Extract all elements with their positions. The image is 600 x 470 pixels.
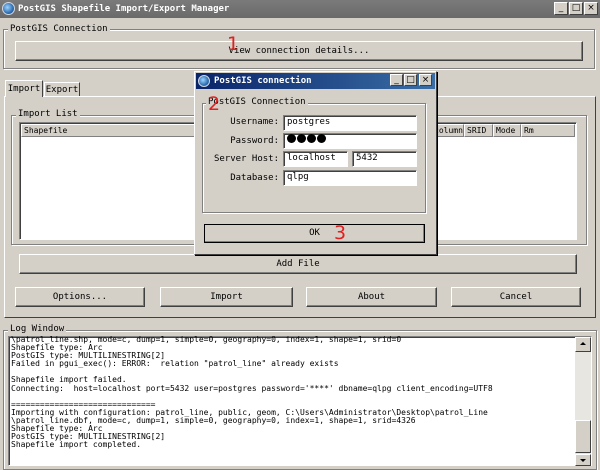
cancel-button[interactable]: Cancel <box>451 287 581 307</box>
tab-import-label: Import <box>7 84 41 94</box>
about-button[interactable]: About <box>306 287 437 307</box>
import-list-label: Import List <box>16 109 80 119</box>
port-input[interactable]: 5432 <box>352 151 417 167</box>
cancel-label: Cancel <box>499 292 533 302</box>
dialog-minimize-icon[interactable]: _ <box>390 74 403 86</box>
dialog-maximize-icon[interactable]: □ <box>404 74 417 86</box>
annotation-3: 3 <box>334 222 347 244</box>
column-header-mode[interactable]: Mode <box>493 124 521 137</box>
view-connection-details-button[interactable]: View connection details... <box>15 41 583 61</box>
maximize-icon[interactable]: □ <box>569 2 583 15</box>
column-header-srid[interactable]: SRID <box>464 124 493 137</box>
column-header-srid-label: SRID <box>467 126 487 135</box>
dialog-close-icon[interactable]: × <box>419 74 432 86</box>
import-button[interactable]: Import <box>160 287 293 307</box>
tab-import[interactable]: Import <box>5 80 43 97</box>
password-dot <box>317 134 326 143</box>
postgis-elephant-icon <box>2 2 15 15</box>
dialog-ok-label: OK <box>309 228 320 238</box>
password-dot <box>287 134 296 143</box>
log-line: Connecting: host=localhost port=5432 use… <box>11 383 493 393</box>
column-header-column-label: column <box>434 126 463 135</box>
dialog-group-label: PostGIS Connection <box>206 97 308 107</box>
annotation-1: 1 <box>227 33 240 55</box>
log-line: Failed in pgui_exec(): ERROR: relation "… <box>11 359 339 369</box>
scroll-up-icon[interactable] <box>575 337 591 352</box>
column-header-rm-label: Rm <box>524 126 534 135</box>
username-input[interactable]: postgres <box>283 115 417 131</box>
username-label: Username: <box>230 117 279 127</box>
add-file-button[interactable]: Add File <box>19 254 577 274</box>
password-input[interactable] <box>283 133 417 149</box>
annotation-2: 2 <box>208 93 221 115</box>
tab-export[interactable]: Export <box>44 82 80 97</box>
minimize-icon[interactable]: _ <box>554 2 568 15</box>
log-line: Shapefile import completed. <box>11 440 142 450</box>
add-file-label: Add File <box>276 259 320 269</box>
server-host-label: Server Host: <box>213 154 279 164</box>
column-header-mode-label: Mode <box>496 126 516 135</box>
options-button[interactable]: Options... <box>15 287 145 307</box>
server-host-input[interactable]: localhost <box>283 151 348 167</box>
log-text: \patrol_line.shp, mode=c, dump=1, simple… <box>11 336 573 466</box>
database-label: Database: <box>230 173 279 183</box>
scroll-down-icon[interactable] <box>575 454 591 466</box>
options-label: Options... <box>52 292 108 302</box>
column-header-shapefile-label: Shapefile <box>24 126 68 135</box>
about-label: About <box>357 292 386 302</box>
password-label: Password: <box>230 136 279 146</box>
log-window-label: Log Window <box>8 324 67 334</box>
main-titlebar: PostGIS Shapefile Import/Export Manager <box>0 0 600 18</box>
dialog-elephant-icon <box>198 75 210 87</box>
dialog-ok-button[interactable]: OK <box>204 224 425 243</box>
tab-export-label: Export <box>45 85 79 95</box>
dialog-title: PostGIS connection <box>214 76 312 86</box>
view-connection-details-label: View connection details... <box>228 46 370 56</box>
import-label: Import <box>210 292 243 302</box>
password-dot <box>307 134 316 143</box>
scroll-thumb[interactable] <box>575 420 591 453</box>
database-input[interactable]: qlpg <box>283 170 417 186</box>
window-title: PostGIS Shapefile Import/Export Manager <box>18 4 230 14</box>
column-header-rm[interactable]: Rm <box>521 124 575 137</box>
password-dot <box>297 134 306 143</box>
close-icon[interactable]: × <box>584 2 598 15</box>
connection-group-label: PostGIS Connection <box>8 24 110 34</box>
